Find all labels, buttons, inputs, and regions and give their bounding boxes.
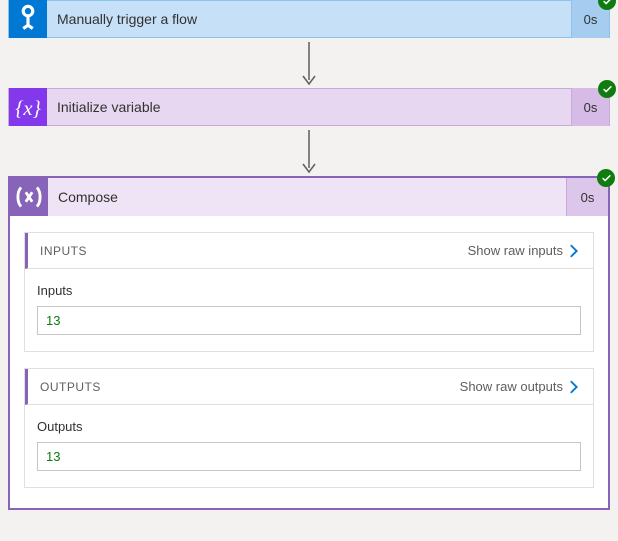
connector-arrow [0, 38, 618, 88]
chevron-right-icon [567, 380, 581, 394]
inputs-field-label: Inputs [37, 283, 581, 298]
show-raw-inputs-label: Show raw inputs [468, 243, 563, 258]
outputs-field-value: 13 [37, 442, 581, 471]
chevron-right-icon [567, 244, 581, 258]
show-raw-outputs-label: Show raw outputs [460, 379, 563, 394]
svg-text:{x}: {x} [15, 98, 41, 120]
inputs-heading: INPUTS [40, 244, 87, 258]
outputs-body: Outputs 13 [25, 405, 593, 487]
connector-arrow [0, 126, 618, 176]
step-init-title: Initialize variable [47, 99, 571, 115]
step-compose-expanded: Compose 0s INPUTS Show raw inputs Inputs… [8, 176, 610, 510]
step-trigger[interactable]: Manually trigger a flow 0s [8, 0, 610, 38]
inputs-body: Inputs 13 [25, 269, 593, 351]
success-check-icon [597, 169, 615, 187]
inputs-section: INPUTS Show raw inputs Inputs 13 [24, 232, 594, 352]
outputs-heading: OUTPUTS [40, 380, 101, 394]
step-init-variable[interactable]: {x} Initialize variable 0s [8, 88, 610, 126]
step-compose-header[interactable]: Compose 0s [10, 178, 608, 216]
compose-body: INPUTS Show raw inputs Inputs 13 OUTPUTS… [10, 216, 608, 508]
outputs-section: OUTPUTS Show raw outputs Outputs 13 [24, 368, 594, 488]
show-raw-outputs-link[interactable]: Show raw outputs [460, 379, 581, 394]
variable-icon: {x} [9, 88, 47, 126]
inputs-header: INPUTS Show raw inputs [25, 233, 593, 269]
show-raw-inputs-link[interactable]: Show raw inputs [468, 243, 581, 258]
step-trigger-title: Manually trigger a flow [47, 11, 571, 27]
inputs-field-value: 13 [37, 306, 581, 335]
success-check-icon [598, 80, 616, 98]
step-compose-title: Compose [48, 189, 566, 205]
outputs-header: OUTPUTS Show raw outputs [25, 369, 593, 405]
outputs-field-label: Outputs [37, 419, 581, 434]
touch-icon [9, 0, 47, 38]
data-operations-icon [10, 178, 48, 216]
